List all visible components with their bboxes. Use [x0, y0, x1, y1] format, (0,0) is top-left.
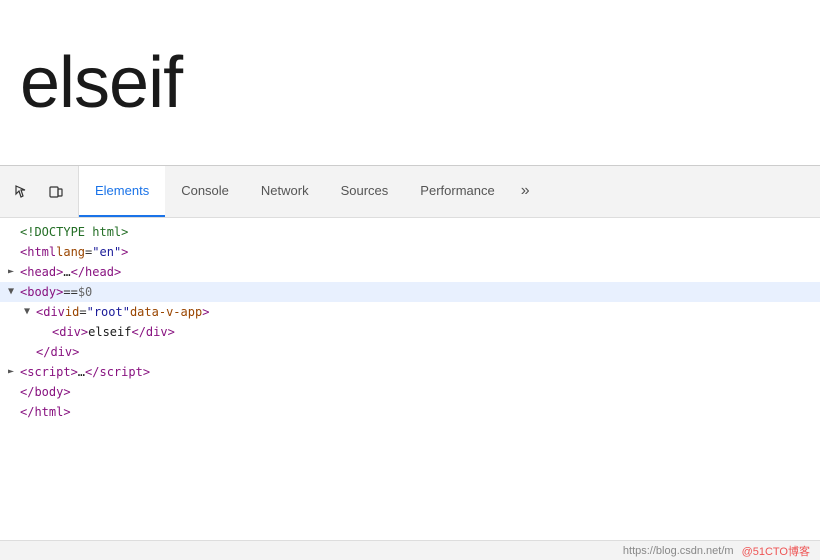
device-toggle-icon[interactable]: [42, 178, 70, 206]
page-content: elseif: [0, 0, 820, 165]
tab-more[interactable]: »: [511, 166, 540, 217]
code-line[interactable]: <html lang="en">: [0, 242, 820, 262]
page-title: elseif: [20, 42, 182, 124]
code-line[interactable]: ►<head>…</head>: [0, 262, 820, 282]
code-line[interactable]: </html>: [0, 402, 820, 422]
expand-arrow[interactable]: ▼: [24, 302, 36, 322]
devtools-tabs: Elements Console Network Sources Perform…: [79, 166, 820, 217]
toolbar-icons: [0, 166, 79, 217]
status-url: https://blog.csdn.net/m: [623, 545, 734, 557]
status-badge: @51CTO博客: [742, 543, 810, 559]
tab-network[interactable]: Network: [245, 166, 325, 217]
code-line[interactable]: </body>: [0, 382, 820, 402]
tab-elements[interactable]: Elements: [79, 166, 165, 217]
devtools-toolbar: Elements Console Network Sources Perform…: [0, 166, 820, 218]
code-line[interactable]: </div>: [0, 342, 820, 362]
expand-arrow[interactable]: ►: [8, 362, 20, 382]
inspect-element-icon[interactable]: [8, 178, 36, 206]
code-line[interactable]: ▼<body> == $0: [0, 282, 820, 302]
expand-arrow[interactable]: ▼: [8, 282, 20, 302]
code-line[interactable]: ►<script>…</script>: [0, 362, 820, 382]
code-panel[interactable]: <!DOCTYPE html><html lang="en">►<head>…<…: [0, 218, 820, 540]
devtools-panel: Elements Console Network Sources Perform…: [0, 165, 820, 560]
status-bar: https://blog.csdn.net/m @51CTO博客: [0, 540, 820, 560]
expand-arrow[interactable]: ►: [8, 262, 20, 282]
code-line[interactable]: <!DOCTYPE html>: [0, 222, 820, 242]
tab-sources[interactable]: Sources: [325, 166, 405, 217]
tab-console[interactable]: Console: [165, 166, 245, 217]
code-line[interactable]: <div>elseif</div>: [0, 322, 820, 342]
tab-performance[interactable]: Performance: [404, 166, 510, 217]
code-line[interactable]: ▼<div id="root" data-v-app>: [0, 302, 820, 322]
